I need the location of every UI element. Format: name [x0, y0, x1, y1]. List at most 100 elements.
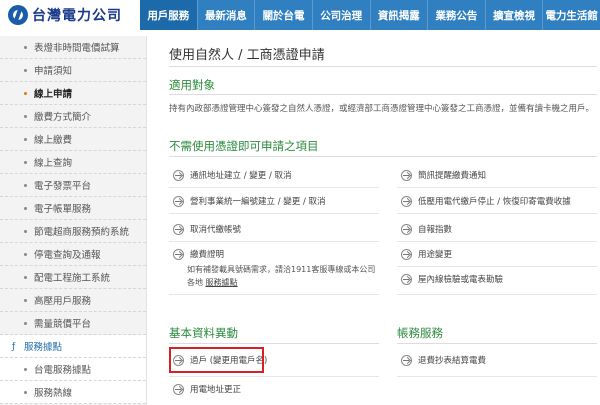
link-business-id[interactable]: 營利事業統一編號建立 / 變更 / 取消: [173, 191, 326, 211]
arrow-circle-icon: [401, 273, 412, 285]
link-self-reading[interactable]: 自報指數: [401, 219, 452, 239]
arrow-circle-icon: [173, 248, 184, 260]
sidebar-item-online-application[interactable]: 線上申請: [0, 82, 146, 105]
flag-icon: ƒ: [12, 342, 16, 352]
section-divider: [169, 343, 379, 344]
section-title-billing: 帳務服務: [397, 326, 443, 340]
note-prefix: 各地: [187, 278, 203, 287]
sidebar-item-taipower-locations[interactable]: 台電服務據點: [0, 358, 146, 381]
link-label: 用電地址更正: [190, 385, 242, 395]
sidebar-item-label: 高壓用戶服務: [34, 296, 92, 307]
section-title-applicable: 適用對象: [169, 78, 215, 92]
sidebar-item-distribution-works[interactable]: 配電工程施工系統: [0, 266, 146, 289]
sidebar-item-service-hotline[interactable]: 服務熱線: [0, 381, 146, 404]
link-mailing-address[interactable]: 通訊地址建立 / 變更 / 取消: [173, 165, 292, 185]
link-wiring-inspection[interactable]: 屋內線檢驗或電表勘驗: [401, 269, 503, 289]
sidebar-item-outage[interactable]: 停電查詢及通報: [0, 243, 146, 266]
link-sms-reminder[interactable]: 簡訊提醒繳費通知: [401, 165, 486, 185]
row-divider: [169, 294, 379, 295]
sidebar-item-label: 停電查詢及通報: [34, 250, 101, 261]
sidebar-item-online-payment[interactable]: 線上繳費: [0, 128, 146, 151]
row-divider: [397, 241, 597, 242]
sidebar-item-label: 配電工程施工系統: [34, 273, 111, 284]
site-logo[interactable]: 台灣電力公司: [8, 4, 122, 26]
nav-item-about[interactable]: 關於台電: [255, 0, 313, 30]
sidebar-item-e-bill[interactable]: 電子帳單服務: [0, 197, 146, 220]
sidebar-item-application-notes[interactable]: 申請須知: [0, 59, 146, 82]
sidebar-item-demand-bidding[interactable]: 需量競價平台: [0, 312, 146, 335]
row-divider: [169, 376, 379, 377]
link-label: 用途變更: [418, 250, 453, 260]
link-label: 自報指數: [418, 225, 453, 235]
row-divider: [169, 241, 379, 242]
link-label: 通訊地址建立 / 變更 / 取消: [190, 171, 292, 181]
link-label: 繳費證明: [190, 250, 225, 260]
nav-item-user-services[interactable]: 用戶服務: [140, 0, 198, 30]
nav-item-news[interactable]: 最新消息: [198, 0, 256, 30]
bullet-icon: [24, 368, 27, 371]
sidebar-item-label: 繳費方式簡介: [34, 112, 92, 123]
sidebar-item-label: 電子發票平台: [34, 181, 92, 192]
section-divider: [169, 94, 597, 95]
row-divider: [169, 187, 379, 188]
logo-icon: [8, 5, 28, 25]
link-label: 退費抄表結算電費: [418, 356, 487, 366]
nav-item-power-life[interactable]: 電力生活館: [543, 0, 600, 30]
arrow-circle-icon: [401, 223, 412, 235]
sidebar-list: 表燈非時間電價試算 申請須知 線上申請 繳費方式簡介 線上繳費 線上查詢 電子發…: [0, 36, 146, 404]
sidebar-item-e-invoice[interactable]: 電子發票平台: [0, 174, 146, 197]
sidebar-item-high-voltage[interactable]: 高壓用戶服務: [0, 289, 146, 312]
nav-item-announcements[interactable]: 業務公告: [428, 0, 486, 30]
bullet-icon: [24, 115, 27, 118]
row-divider: [169, 213, 379, 214]
bullet-icon: [24, 230, 27, 233]
row-divider: [397, 376, 597, 377]
bullet-icon: [24, 46, 27, 49]
bullet-icon: [24, 92, 27, 95]
arrow-circle-icon: [401, 248, 412, 260]
site-header: 台灣電力公司 用戶服務 最新消息 關於台電 公司治理 資訊揭露 業務公告 擴宣檢…: [0, 0, 600, 30]
bullet-icon: [24, 207, 27, 210]
sidebar-item-label: 線上繳費: [34, 135, 73, 146]
bullet-icon: [24, 299, 27, 302]
sidebar-item-label: 服務據點: [24, 342, 63, 353]
arrow-circle-icon: [173, 383, 184, 395]
nav-item-review[interactable]: 擴宣檢視: [486, 0, 544, 30]
nav-item-governance[interactable]: 公司治理: [313, 0, 371, 30]
row-divider: [397, 294, 597, 295]
link-label: 低壓用電代繳戶停止 / 恢復印寄電費收據: [418, 197, 571, 207]
carrier-note-line1: 如有補發載具號碼需求，請洽1911客服專線或本公司: [187, 265, 376, 274]
arrow-circle-icon: [401, 195, 412, 207]
sidebar-item-energy-saving[interactable]: 節電超商服務預約系統: [0, 220, 146, 243]
service-locations-link[interactable]: 服務據點: [206, 278, 238, 287]
sidebar-item-tariff-calc[interactable]: 表燈非時間電價試算: [0, 36, 146, 59]
title-divider: [169, 66, 597, 67]
sidebar-item-label: 節電超商服務預約系統: [34, 227, 130, 238]
nav-item-disclosure[interactable]: 資訊揭露: [371, 0, 429, 30]
link-payment-proof[interactable]: 繳費證明: [173, 244, 224, 264]
arrow-circle-icon: [401, 169, 412, 181]
sidebar-item-payment-methods[interactable]: 繳費方式簡介: [0, 105, 146, 128]
sidebar: 表燈非時間電價試算 申請須知 線上申請 繳費方式簡介 線上繳費 線上查詢 電子發…: [0, 36, 147, 405]
link-cancel-autopay[interactable]: 取消代繳帳號: [173, 219, 241, 239]
link-address-correction[interactable]: 用電地址更正: [173, 379, 241, 399]
sidebar-item-online-inquiry[interactable]: 線上查詢: [0, 151, 146, 174]
link-receipt-stop-resume[interactable]: 低壓用電代繳戶停止 / 恢復印寄電費收據: [401, 191, 571, 211]
link-label: 屋內線檢驗或電表勘驗: [418, 275, 504, 285]
main-content: 使用自然人 / 工商憑證申請 適用對象 持有內政部憑證管理中心簽發之自然人憑證，…: [157, 36, 600, 405]
sidebar-item-label: 線上申請: [34, 89, 73, 100]
bullet-icon: [24, 161, 27, 164]
link-label: 營利事業統一編號建立 / 變更 / 取消: [190, 197, 326, 207]
arrow-circle-icon: [173, 223, 184, 235]
arrow-circle-icon: [173, 195, 184, 207]
sidebar-item-service-locations[interactable]: ƒ 服務據點: [0, 335, 146, 358]
bullet-icon: [24, 184, 27, 187]
arrow-circle-icon: [173, 169, 184, 181]
link-refund-settlement[interactable]: 退費抄表結算電費: [401, 350, 486, 370]
row-divider: [397, 266, 597, 267]
bullet-icon: [24, 253, 27, 256]
section-divider: [397, 343, 597, 344]
row-divider: [397, 187, 597, 188]
link-usage-change[interactable]: 用途變更: [401, 244, 452, 264]
section-divider: [169, 156, 597, 157]
